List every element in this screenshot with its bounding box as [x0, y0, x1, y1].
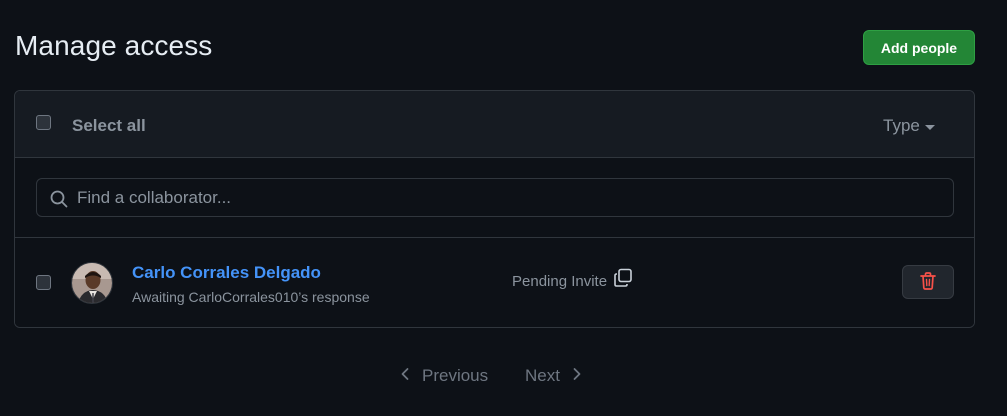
trash-icon — [920, 271, 936, 293]
type-filter-dropdown[interactable]: Type — [883, 116, 935, 136]
select-all-label: Select all — [72, 116, 146, 135]
search-row — [15, 158, 974, 238]
caret-down-icon — [924, 124, 935, 130]
collaborators-panel: Select all Type Find a collaborator... C… — [14, 90, 975, 328]
next-page-button[interactable]: Next — [525, 366, 582, 386]
pagination: Previous Next — [0, 366, 1007, 392]
user-avatar[interactable] — [71, 262, 113, 304]
member-name-link[interactable]: Carlo Corrales Delgado — [132, 263, 321, 283]
list-header: Select all Type — [15, 91, 974, 158]
remove-member-button[interactable] — [902, 265, 954, 299]
search-icon — [50, 190, 68, 213]
copy-icon[interactable] — [613, 268, 633, 292]
chevron-left-icon — [400, 366, 410, 386]
select-all-checkbox[interactable] — [36, 115, 51, 130]
type-filter-label: Type — [883, 116, 920, 135]
pending-invite-label: Pending Invite — [512, 273, 608, 290]
pending-invite-status: Pending Invite — [512, 268, 633, 292]
search-box[interactable] — [36, 178, 954, 217]
member-checkbox[interactable] — [36, 275, 51, 290]
member-row: Carlo Corrales Delgado Awaiting CarloCor… — [15, 239, 974, 327]
add-people-button[interactable]: Add people — [863, 30, 975, 65]
next-label: Next — [525, 366, 560, 385]
previous-page-button[interactable]: Previous — [400, 366, 488, 386]
search-input[interactable] — [77, 179, 937, 216]
chevron-right-icon — [572, 366, 582, 386]
page-title: Manage access — [15, 30, 213, 61]
previous-label: Previous — [422, 366, 489, 385]
member-subtitle: Awaiting CarloCorrales010’s response — [132, 289, 370, 305]
